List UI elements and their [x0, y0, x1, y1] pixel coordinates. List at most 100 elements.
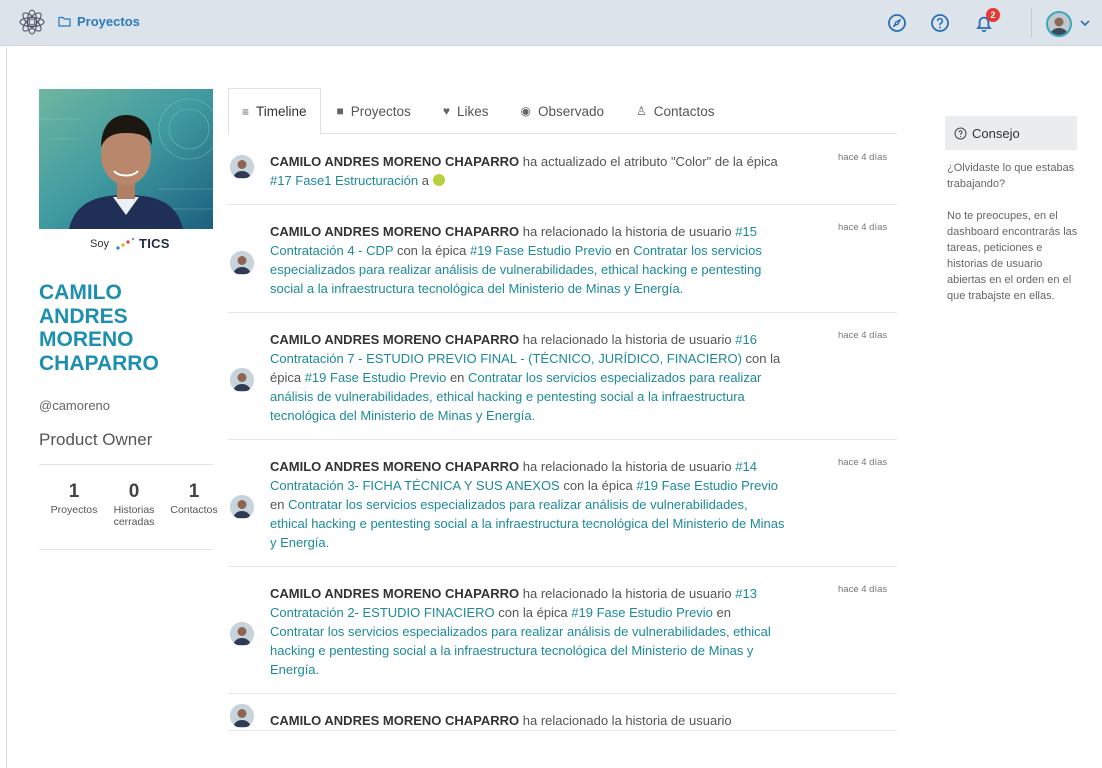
user-avatar-icon	[1050, 17, 1068, 35]
item-link[interactable]: #19 Fase Estudio Previo	[571, 605, 713, 620]
item-text: ha relacionado la historia de usuario	[519, 332, 736, 347]
item-link[interactable]: Contratar los servicios especializados p…	[270, 497, 785, 550]
stat-value: 1	[68, 481, 80, 502]
item-link[interactable]: #19 Fase Estudio Previo	[305, 370, 447, 385]
brand-name: TICS	[138, 236, 170, 251]
item-text: con la épica	[559, 478, 637, 493]
profile-name: CAMILO ANDRES MORENO CHAPARRO	[39, 281, 219, 375]
breadcrumb-label[interactable]: Proyectos	[77, 14, 140, 29]
item-link[interactable]: #19 Fase Estudio Previo	[470, 243, 612, 258]
author-link[interactable]: CAMILO ANDRES MORENO CHAPARRO	[270, 154, 519, 169]
stat-label: Proyectos	[50, 504, 98, 516]
folder-icon	[58, 16, 71, 27]
breadcrumb[interactable]: Proyectos	[58, 14, 140, 29]
item-text: en	[611, 243, 634, 258]
tip-body: ¿Olvidaste lo que estabas trabajando? No…	[947, 160, 1079, 320]
timeline-feed: CAMILO ANDRES MORENO CHAPARRO ha actuali…	[228, 135, 897, 731]
user-avatar[interactable]	[1046, 11, 1072, 37]
stat-label: Contactos	[170, 504, 218, 516]
item-link[interactable]: Contratar los servicios especializados p…	[270, 624, 771, 677]
heart-icon: ♥	[442, 104, 450, 118]
item-text: con la épica	[494, 605, 572, 620]
profile-name-line: ANDRES	[39, 304, 128, 328]
topbar-divider	[1031, 8, 1032, 38]
tip-paragraph: ¿Olvidaste lo que estabas trabajando?	[947, 162, 1075, 190]
item-link[interactable]: #19 Fase Estudio Previo	[636, 478, 778, 493]
chevron-down-icon[interactable]	[1080, 19, 1090, 27]
stat-value: 1	[188, 481, 200, 502]
item-text: ha relacionado la historia de usuario	[519, 459, 736, 474]
item-text: ha actualizado el atributo "Color" de la…	[519, 154, 778, 169]
timestamp: hace 4 días	[838, 457, 888, 468]
timeline-item-text: CAMILO ANDRES MORENO CHAPARRO ha relacio…	[270, 694, 785, 730]
stat-projects[interactable]: 1 Proyectos	[44, 482, 104, 528]
tab-watched[interactable]: ◉ Observado	[504, 88, 620, 134]
timestamp: hace 4 días	[838, 584, 888, 595]
profile-username: @camoreno	[39, 398, 111, 413]
soy-label: Soy	[90, 237, 109, 250]
author-link[interactable]: CAMILO ANDRES MORENO CHAPARRO	[270, 332, 519, 347]
tip-header: Consejo	[945, 116, 1077, 150]
item-text: con la épica	[393, 243, 470, 258]
tab-projects[interactable]: ■ Proyectos	[321, 88, 427, 134]
timeline-item-text: CAMILO ANDRES MORENO CHAPARRO ha relacio…	[270, 567, 785, 693]
notification-badge: 2	[986, 8, 1000, 22]
tics-logo-icon	[116, 237, 134, 250]
author-link[interactable]: CAMILO ANDRES MORENO CHAPARRO	[270, 713, 519, 728]
tab-label: Timeline	[256, 104, 307, 119]
help-icon[interactable]	[929, 12, 951, 34]
profile-photo-image	[39, 89, 213, 229]
tab-label: Observado	[537, 103, 604, 119]
item-link[interactable]: #17 Fase1 Estructuración	[270, 173, 418, 188]
item-text: en	[446, 370, 469, 385]
stat-closed-stories[interactable]: 0 Historias cerradas	[104, 482, 164, 529]
eye-icon: ◉	[520, 104, 531, 118]
author-avatar[interactable]	[230, 251, 254, 275]
item-text: ha relacionado la historia de usuario	[519, 586, 736, 601]
tab-contacts[interactable]: ♙ Contactos	[620, 88, 731, 134]
author-link[interactable]: CAMILO ANDRES MORENO CHAPARRO	[270, 459, 519, 474]
tip-paragraph: No te preocupes, en el dashboard encontr…	[947, 210, 1078, 302]
stat-contacts[interactable]: 1 Contactos	[164, 482, 224, 528]
profile-name-line: MORENO	[39, 328, 134, 351]
item-text: en	[270, 497, 289, 512]
top-navbar: Proyectos 2	[0, 0, 1102, 46]
author-link[interactable]: CAMILO ANDRES MORENO CHAPARRO	[270, 224, 519, 239]
compass-icon[interactable]	[886, 12, 908, 34]
author-avatar[interactable]	[230, 622, 254, 646]
author-link[interactable]: CAMILO ANDRES MORENO CHAPARRO	[270, 586, 519, 601]
timeline-item-text: CAMILO ANDRES MORENO CHAPARRO ha relacio…	[270, 205, 785, 312]
stat-label: Historias cerradas	[113, 504, 155, 528]
app-logo-icon[interactable]	[18, 8, 46, 36]
divider	[39, 549, 213, 550]
tab-timeline[interactable]: ≡ Timeline	[228, 88, 321, 135]
divider	[39, 464, 213, 465]
timeline-item: CAMILO ANDRES MORENO CHAPARRO ha actuali…	[228, 135, 897, 205]
author-avatar[interactable]	[230, 155, 254, 179]
item-text: en	[712, 605, 731, 620]
profile-tabs: ≡ Timeline ■ Proyectos ♥ Likes ◉ Observa…	[228, 88, 897, 135]
timeline-item-text: CAMILO ANDRES MORENO CHAPARRO ha relacio…	[270, 313, 785, 439]
tab-label: Likes	[456, 103, 489, 119]
author-avatar[interactable]	[230, 495, 254, 519]
tab-likes[interactable]: ♥ Likes	[427, 88, 505, 134]
timeline-item: CAMILO ANDRES MORENO CHAPARRO ha relacio…	[228, 440, 897, 567]
help-icon	[954, 127, 967, 139]
author-avatar[interactable]	[230, 704, 254, 728]
page-left-border	[6, 47, 7, 768]
timestamp: hace 4 días	[838, 152, 888, 163]
brand-line: Soy TICS	[90, 236, 170, 251]
item-text: a	[418, 173, 433, 188]
color-swatch	[432, 174, 445, 186]
author-avatar[interactable]	[230, 368, 254, 392]
profile-role: Product Owner	[39, 430, 153, 449]
profile-photo	[39, 89, 213, 229]
contacts-icon: ♙	[635, 104, 647, 118]
timeline-item-text: CAMILO ANDRES MORENO CHAPARRO ha actuali…	[270, 135, 785, 204]
timeline-item: CAMILO ANDRES MORENO CHAPARRO ha relacio…	[228, 567, 897, 694]
timeline-item: CAMILO ANDRES MORENO CHAPARRO ha relacio…	[228, 694, 897, 731]
item-text: ha relacionado la historia de usuario	[519, 713, 732, 728]
timeline-item: CAMILO ANDRES MORENO CHAPARRO ha relacio…	[228, 205, 897, 313]
profile-name-line: CHAPARRO	[39, 351, 159, 375]
tab-label: Proyectos	[350, 103, 411, 119]
